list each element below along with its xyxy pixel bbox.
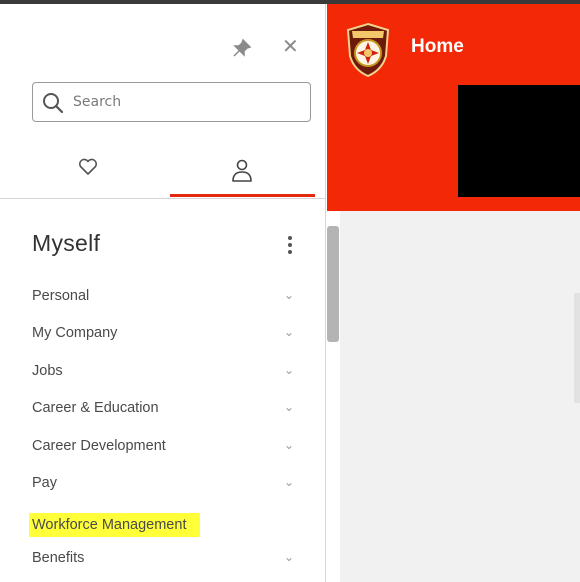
section-title: Myself (32, 230, 101, 256)
chevron-down-icon[interactable]: ⌄ (284, 288, 294, 302)
menu-item-my-company[interactable]: My Company ⌄ (0, 319, 325, 349)
menu-item-label: Personal (32, 288, 90, 304)
menu-item-jobs[interactable]: Jobs ⌄ (0, 357, 325, 387)
pin-icon[interactable] (232, 38, 252, 58)
main-content-area (340, 211, 580, 582)
menu-item-label: Benefits (32, 550, 85, 566)
menu-item-label: Workforce Management (29, 513, 201, 537)
menu-item-label: My Company (32, 325, 118, 341)
chevron-down-icon[interactable]: ⌄ (284, 363, 294, 377)
heart-icon (78, 158, 98, 175)
chevron-down-icon[interactable]: ⌄ (284, 438, 294, 452)
chevron-down-icon[interactable]: ⌄ (284, 325, 294, 339)
menu-item-label: Career Development (32, 438, 166, 454)
chevron-down-icon[interactable]: ⌄ (284, 400, 294, 414)
tab-myself[interactable] (170, 150, 315, 196)
fire-department-badge-icon[interactable] (344, 22, 392, 78)
app-header: Home (327, 4, 580, 211)
menu-item-label: Pay (32, 475, 57, 491)
menu-item-career-development[interactable]: Career Development ⌄ (0, 432, 325, 462)
menu-item-label: Career & Education (32, 400, 159, 416)
search-icon (43, 93, 64, 114)
active-tab-indicator (170, 194, 315, 197)
page-title: Home (411, 36, 464, 57)
menu-item-pay[interactable]: Pay ⌄ (0, 469, 325, 499)
more-options-icon[interactable] (280, 234, 300, 256)
redacted-block (458, 85, 580, 197)
menu-item-personal[interactable]: Personal ⌄ (0, 282, 325, 312)
sidebar-scrollbar[interactable] (327, 226, 339, 342)
search-box[interactable] (32, 82, 311, 122)
menu-item-career-education[interactable]: Career & Education ⌄ (0, 394, 325, 424)
menu-item-benefits[interactable]: Benefits ⌄ (0, 544, 325, 574)
navigation-sidebar: ✕ Myself Personal ⌄ My Company ⌄ Jobs ⌄ (0, 4, 326, 582)
menu-item-workforce-management[interactable]: Workforce Management (0, 507, 325, 537)
content-card-edge (574, 293, 580, 403)
search-input[interactable] (73, 89, 298, 115)
chevron-down-icon[interactable]: ⌄ (284, 550, 294, 564)
menu-item-label: Jobs (32, 363, 63, 379)
tabs-divider (0, 198, 325, 199)
person-icon (232, 159, 252, 182)
tab-favorites[interactable] (38, 150, 138, 196)
close-icon[interactable]: ✕ (282, 35, 302, 57)
chevron-down-icon[interactable]: ⌄ (284, 475, 294, 489)
